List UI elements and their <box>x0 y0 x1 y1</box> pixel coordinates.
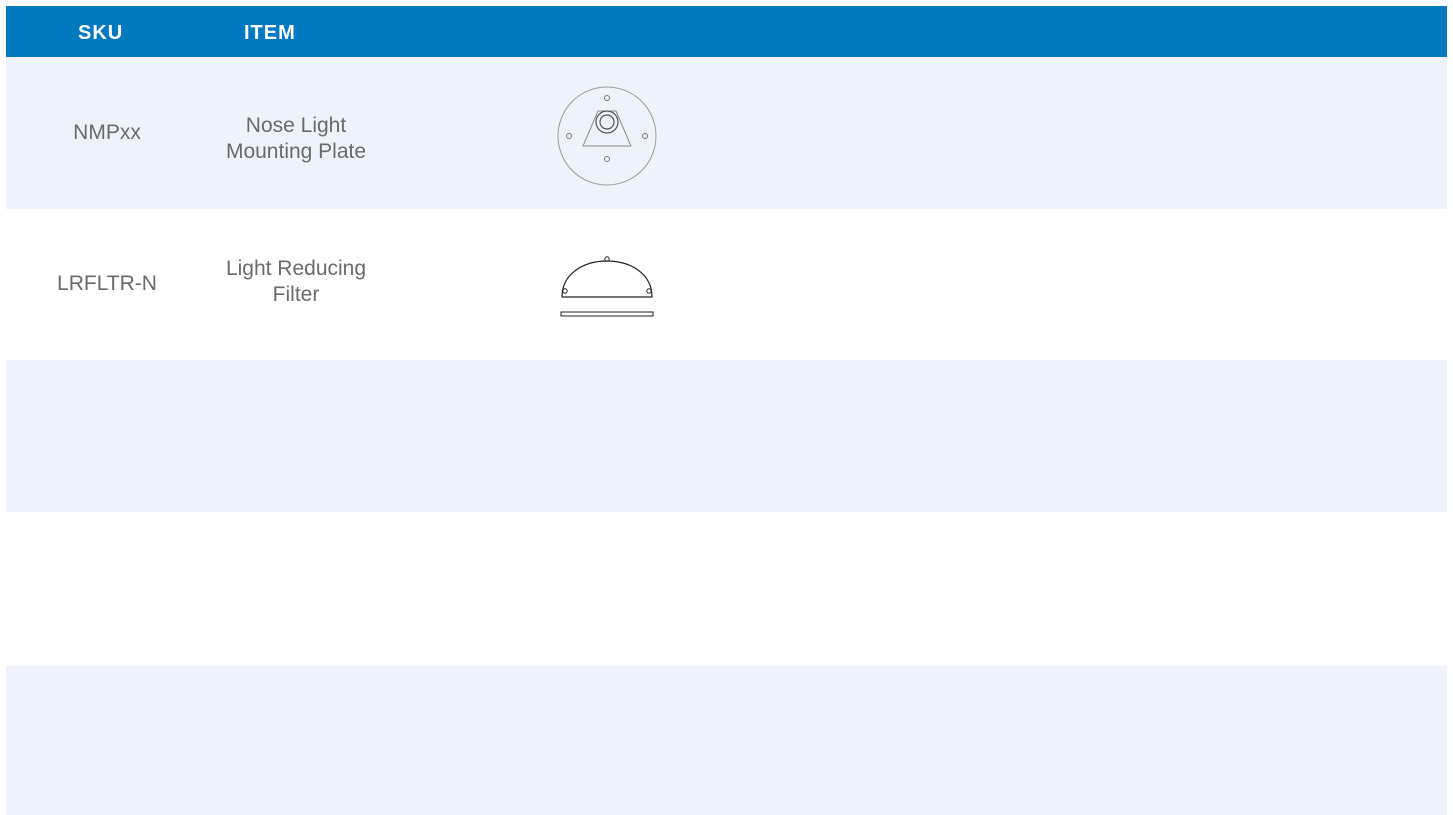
item-name-line: Filter <box>272 283 320 306</box>
item-name-line: Light Reducing <box>225 257 367 280</box>
item-cell: Light Reducing Filter <box>196 256 396 308</box>
item-name-line: Nose Light <box>245 114 347 137</box>
column-header-sku: SKU <box>78 22 124 44</box>
table-row <box>6 512 1447 666</box>
table-row <box>6 666 1447 815</box>
table-row: NMPxx Nose Light Mounting Plate <box>6 57 1447 209</box>
sku-cell: LRFLTR-N <box>57 272 157 295</box>
table-row <box>6 360 1447 512</box>
light-filter-drawing <box>554 243 660 319</box>
sku-cell: NMPxx <box>73 121 141 144</box>
table-header: SKU ITEM <box>6 6 1447 57</box>
item-name-line: Mounting Plate <box>225 140 367 163</box>
table-row: LRFLTR-N Light Reducing Filter <box>6 209 1447 360</box>
item-cell: Nose Light Mounting Plate <box>196 113 396 165</box>
column-header-item: ITEM <box>244 22 296 44</box>
mounting-plate-drawing <box>554 84 660 188</box>
product-table: SKU ITEM NMPxx Nose Light Mounting Plate… <box>6 6 1447 815</box>
